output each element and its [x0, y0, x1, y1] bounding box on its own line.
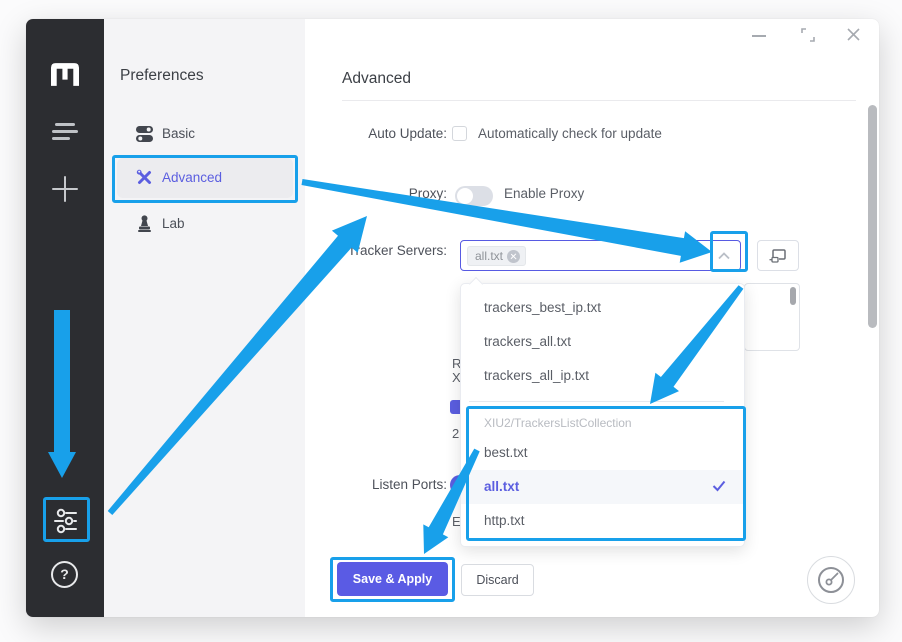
preferences-panel: [104, 19, 305, 617]
dropdown-option-label: all.txt: [484, 479, 519, 494]
tracker-dropdown: trackers_best_ip.txt trackers_all.txt tr…: [460, 283, 745, 547]
dropdown-option[interactable]: trackers_all_ip.txt: [461, 359, 744, 393]
screenshot-canvas: ? Preferences Basic Adv: [0, 0, 902, 642]
page-title: Advanced: [342, 70, 411, 88]
help-icon[interactable]: ?: [51, 561, 78, 588]
sidebar-item-lab[interactable]: Lab: [136, 215, 185, 232]
tracker-servers-select[interactable]: all.txt: [460, 240, 741, 271]
sidebar-item-label: Lab: [162, 216, 185, 231]
dropdown-group-label: XIU2/TrackersListCollection: [461, 410, 744, 436]
dropdown-divider: [469, 401, 724, 402]
dropdown-option[interactable]: best.txt: [461, 436, 744, 470]
check-icon: [712, 480, 726, 492]
sidebar-item-advanced[interactable]: Advanced: [136, 169, 222, 186]
dropdown-option[interactable]: trackers_all.txt: [461, 325, 744, 359]
speedometer-icon: [816, 565, 846, 595]
tracker-servers-label: Tracker Servers:: [241, 243, 447, 259]
window-scrollbar[interactable]: [868, 105, 877, 328]
motrix-logo-icon: [51, 63, 79, 86]
add-task-icon[interactable]: [52, 176, 78, 202]
listen-ports-label: Listen Ports:: [337, 477, 447, 493]
selected-tag: all.txt: [467, 246, 526, 266]
tag-remove-icon[interactable]: [507, 250, 520, 263]
speed-indicator-button[interactable]: [807, 556, 855, 604]
proxy-toggle[interactable]: [455, 186, 493, 206]
dropdown-notch: [469, 277, 483, 291]
lab-stamp-icon: [136, 215, 153, 232]
sidebar-item-basic[interactable]: Basic: [136, 125, 195, 142]
maximize-button[interactable]: [801, 28, 815, 42]
proxy-toggle-label: Enable Proxy: [504, 186, 584, 202]
preferences-sliders-icon[interactable]: [52, 506, 80, 536]
textarea-scrollbar[interactable]: [790, 287, 796, 305]
obscured-text-fragment: 2: [452, 426, 459, 441]
minimize-button[interactable]: [752, 35, 766, 37]
sidebar: ?: [26, 19, 104, 617]
dropdown-option[interactable]: http.txt: [461, 504, 744, 538]
app-window: ? Preferences Basic Adv: [26, 19, 879, 617]
basic-toggles-icon: [136, 125, 153, 142]
sync-icon: [769, 247, 787, 264]
dropdown-option-selected[interactable]: all.txt: [461, 470, 744, 504]
auto-update-label: Auto Update:: [241, 126, 447, 142]
auto-update-checkbox[interactable]: [452, 126, 467, 141]
sync-trackers-button[interactable]: [757, 240, 799, 271]
preferences-title: Preferences: [120, 67, 204, 85]
discard-button[interactable]: Discard: [461, 564, 534, 596]
advanced-tools-icon: [136, 169, 153, 186]
selected-tag-label: all.txt: [475, 249, 503, 263]
close-button[interactable]: [846, 27, 861, 42]
dropdown-option[interactable]: trackers_best_ip.txt: [461, 291, 744, 325]
proxy-label: Proxy:: [241, 186, 447, 202]
task-list-icon[interactable]: [52, 123, 78, 140]
sidebar-item-label: Basic: [162, 126, 195, 141]
chevron-up-icon[interactable]: [718, 252, 730, 260]
title-divider: [342, 100, 856, 101]
auto-update-checkbox-label[interactable]: Automatically check for update: [478, 126, 662, 142]
sidebar-item-label: Advanced: [162, 170, 222, 185]
tracker-servers-textarea[interactable]: [744, 283, 800, 351]
save-apply-button[interactable]: Save & Apply: [337, 562, 448, 596]
